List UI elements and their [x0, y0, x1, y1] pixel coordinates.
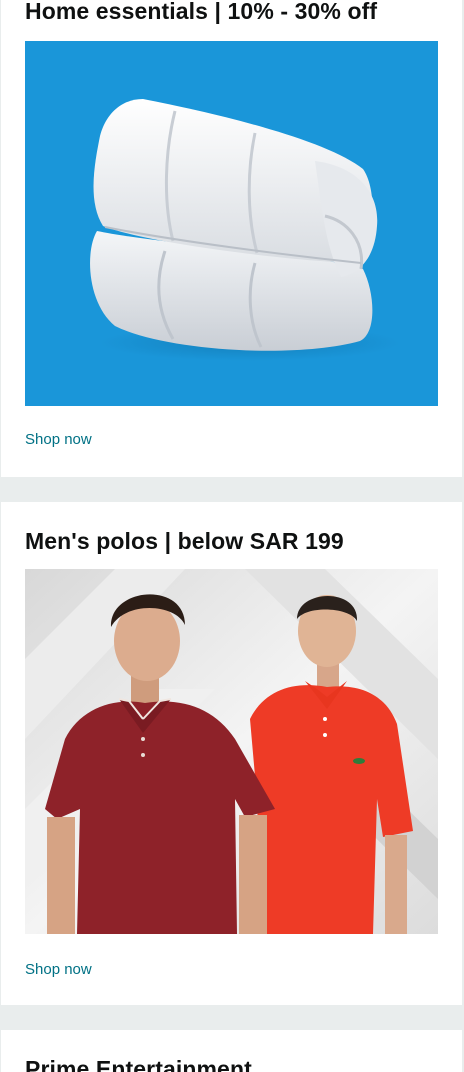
duvet-illustration: [90, 99, 400, 361]
card-title: Prime Entertainment: [25, 1056, 252, 1072]
deal-card-mens-polos: Men's polos | below SAR 199 Shop now: [1, 502, 462, 1005]
card-title: Men's polos | below SAR 199: [25, 528, 344, 554]
shop-now-link[interactable]: Shop now: [25, 961, 92, 978]
deal-card-prime-entertainment: Prime Entertainment: [1, 1030, 462, 1072]
shop-now-link[interactable]: Shop now: [25, 431, 92, 448]
deal-card-home-essentials: Home essentials | 10% - 30% off Shop now: [1, 0, 462, 477]
duvet-product-image[interactable]: [25, 41, 438, 406]
polo-shirts-product-image[interactable]: [25, 569, 438, 934]
polo-models-illustration: [25, 569, 438, 934]
card-title: Home essentials | 10% - 30% off: [25, 0, 378, 24]
page: Home essentials | 10% - 30% off Shop now…: [0, 0, 464, 1072]
